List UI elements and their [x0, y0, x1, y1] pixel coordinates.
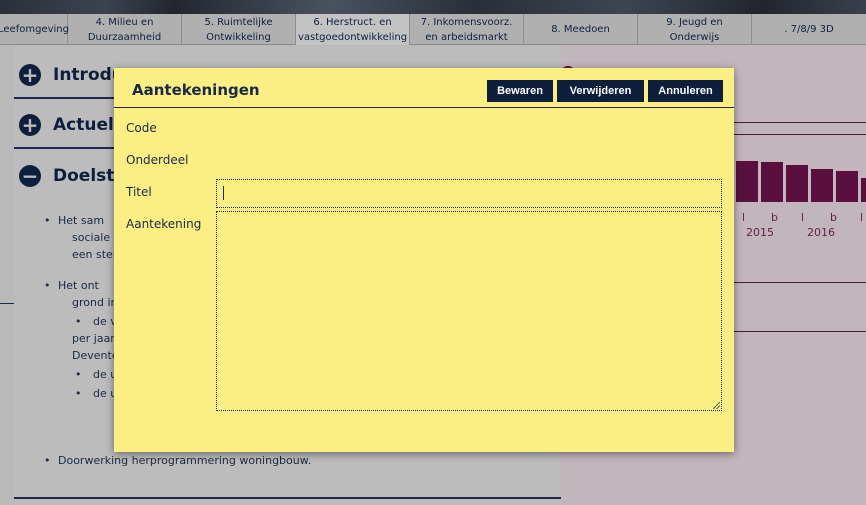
dialog-title: Aantekeningen [132, 81, 260, 99]
chart-bar [811, 169, 833, 202]
tab-label: 4. Milieu en Duurzaamheid [87, 16, 162, 43]
tab-leefomgeving[interactable]: Leefomgeving [0, 14, 69, 45]
title-input[interactable] [216, 179, 722, 208]
tab-label: Leefomgeving [0, 24, 69, 35]
chart-bar [836, 171, 858, 202]
chart-bar [861, 178, 866, 202]
delete-button[interactable]: Verwijderen [557, 80, 644, 102]
minus-icon: − [19, 165, 41, 187]
tick-label: l [742, 211, 746, 224]
note-label: Aantekening [126, 217, 202, 231]
header-banner [0, 0, 866, 14]
section-label: Onderdeel [126, 153, 189, 167]
text-caret [223, 186, 224, 200]
tab-label: 9. Jeugd en Onderwijs [666, 16, 723, 43]
plus-icon: + [19, 114, 41, 136]
tab-label: 6. Herstruct. en vastgoedontwikkeling [297, 16, 408, 43]
dialog-header: Aantekeningen Bewaren Verwijderen Annule… [114, 68, 734, 108]
title-label: Titel [126, 185, 152, 199]
plus-icon: + [19, 64, 41, 86]
code-label: Code [126, 121, 157, 135]
tick-label: b [771, 211, 778, 224]
list-item: Het ont [44, 278, 99, 294]
grid-line [734, 134, 866, 135]
tab-meedoen[interactable]: 8. Meedoen [524, 14, 638, 45]
divider [0, 303, 14, 304]
tab-label: 8. Meedoen [551, 24, 610, 35]
notes-dialog: Aantekeningen Bewaren Verwijderen Annule… [114, 68, 734, 452]
tab-ruimtelijke[interactable]: 5. Ruimtelijke Ontwikkeling [182, 14, 296, 45]
year-label: 2015 [746, 226, 774, 239]
list-item: Doorwerking herprogrammering woningbouw. [44, 453, 311, 469]
tab-milieu[interactable]: 4. Milieu en Duurzaamheid [68, 14, 182, 45]
list-item-text: sociale [72, 231, 111, 244]
grid-line [734, 282, 866, 283]
cancel-button[interactable]: Annuleren [648, 80, 723, 102]
divider [14, 497, 561, 499]
save-button[interactable]: Bewaren [487, 80, 553, 102]
list-item: Het sam [44, 213, 104, 229]
list-item-text: een ster [72, 248, 118, 261]
list-item-text: per jaar [72, 332, 115, 345]
chart-bar [786, 165, 808, 202]
grid-line [734, 331, 866, 332]
tick-label: l [860, 211, 864, 224]
tick-label: b [830, 211, 837, 224]
tick-label: l [801, 211, 805, 224]
tab-inkomensvoorz[interactable]: 7. Inkomensvoorz. en arbeidsmarkt [410, 14, 524, 45]
list-item-text: Devente [72, 349, 119, 362]
tab-jeugd-onderwijs[interactable]: 9. Jeugd en Onderwijs [638, 14, 752, 45]
resize-handle-icon[interactable] [713, 402, 720, 409]
chart-bar [736, 161, 758, 202]
tab-herstruct[interactable]: 6. Herstruct. en vastgoedontwikkeling [296, 14, 410, 45]
note-textarea[interactable] [216, 211, 722, 411]
list-item-text: grond in [72, 296, 118, 309]
chart-bar [761, 162, 783, 202]
tab-label: 5. Ruimtelijke Ontwikkeling [204, 16, 273, 43]
tab-label: . 7/8/9 3D [784, 24, 834, 35]
year-label: 2016 [807, 226, 835, 239]
tab-bar: Leefomgeving 4. Milieu en Duurzaamheid 5… [0, 14, 866, 45]
tab-3d[interactable]: . 7/8/9 3D [752, 14, 866, 45]
grid-line [734, 122, 866, 123]
tab-label: 7. Inkomensvoorz. en arbeidsmarkt [420, 16, 513, 43]
